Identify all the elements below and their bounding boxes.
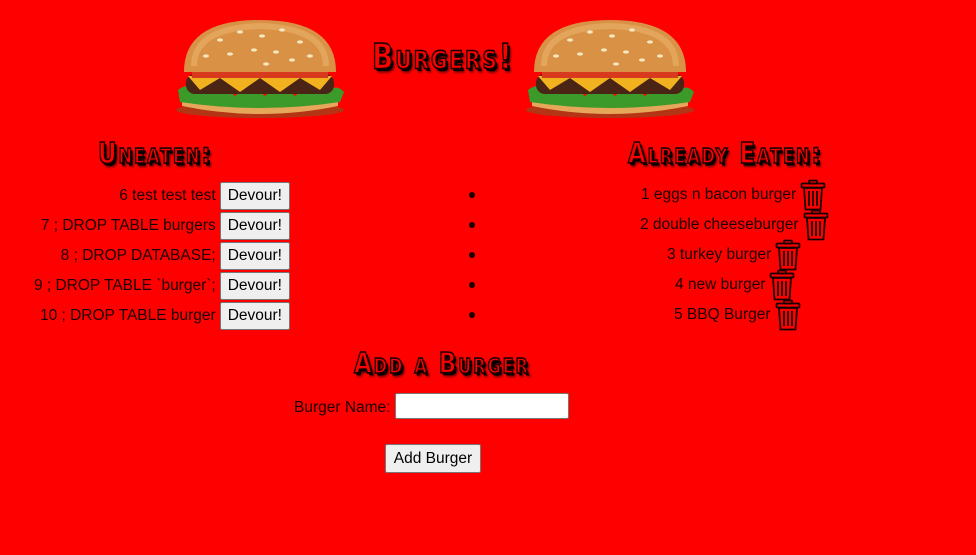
uneaten-heading: Uneaten: xyxy=(97,137,213,171)
trash-icon[interactable] xyxy=(769,269,795,301)
list-bullet xyxy=(469,192,475,198)
add-burger-button[interactable]: Add Burger xyxy=(385,444,481,473)
trash-icon[interactable] xyxy=(775,299,801,331)
eaten-item: 3 turkey burger xyxy=(667,239,801,271)
eaten-item-label: 5 BBQ Burger xyxy=(674,306,771,323)
burger-image-right xyxy=(526,20,694,118)
devour-button[interactable]: Devour! xyxy=(219,242,290,270)
burger-name-input[interactable] xyxy=(395,393,569,419)
devour-button[interactable]: Devour! xyxy=(219,182,290,210)
trash-icon[interactable] xyxy=(803,209,829,241)
trash-icon[interactable] xyxy=(800,179,826,211)
eaten-heading: Already Eaten: xyxy=(627,137,823,171)
burger-image-left xyxy=(176,20,344,118)
uneaten-item-label: 10 ; DROP TABLE burger xyxy=(39,307,216,324)
devour-button[interactable]: Devour! xyxy=(219,272,290,300)
uneaten-item: 8 ; DROP DATABASE; Devour! xyxy=(61,242,290,270)
eaten-item: 1 eggs n bacon burger xyxy=(641,179,826,211)
eaten-item-label: 4 new burger xyxy=(675,276,766,293)
eaten-item: 5 BBQ Burger xyxy=(674,299,801,331)
list-bullet xyxy=(469,252,475,258)
eaten-item-label: 2 double cheeseburger xyxy=(640,216,799,233)
uneaten-item-label: 8 ; DROP DATABASE; xyxy=(60,247,216,264)
uneaten-item-label: 9 ; DROP TABLE `burger`; xyxy=(33,277,216,294)
eaten-item-label: 1 eggs n bacon burger xyxy=(641,186,797,203)
devour-button[interactable]: Devour! xyxy=(219,302,290,330)
list-bullet xyxy=(469,222,475,228)
add-burger-heading: Add a Burger xyxy=(353,347,530,381)
page-title: Burgers! xyxy=(371,35,514,78)
list-bullet xyxy=(469,282,475,288)
uneaten-item: 9 ; DROP TABLE `burger`; Devour! xyxy=(34,272,290,300)
eaten-item: 4 new burger xyxy=(675,269,795,301)
page: Burgers! Uneaten: Already Eaten: 6 test … xyxy=(0,0,976,555)
eaten-item-label: 3 turkey burger xyxy=(667,246,772,263)
uneaten-item: 10 ; DROP TABLE burger Devour! xyxy=(40,302,290,330)
uneaten-item: 6 test test test Devour! xyxy=(119,182,290,210)
uneaten-item: 7 ; DROP TABLE burgers Devour! xyxy=(41,212,290,240)
list-bullet xyxy=(469,312,475,318)
eaten-item: 2 double cheeseburger xyxy=(640,209,829,241)
uneaten-item-label: 7 ; DROP TABLE burgers xyxy=(40,217,216,234)
uneaten-item-label: 6 test test test xyxy=(119,187,216,204)
burger-name-label: Burger Name: xyxy=(294,399,391,416)
trash-icon[interactable] xyxy=(775,239,801,271)
devour-button[interactable]: Devour! xyxy=(219,212,290,240)
